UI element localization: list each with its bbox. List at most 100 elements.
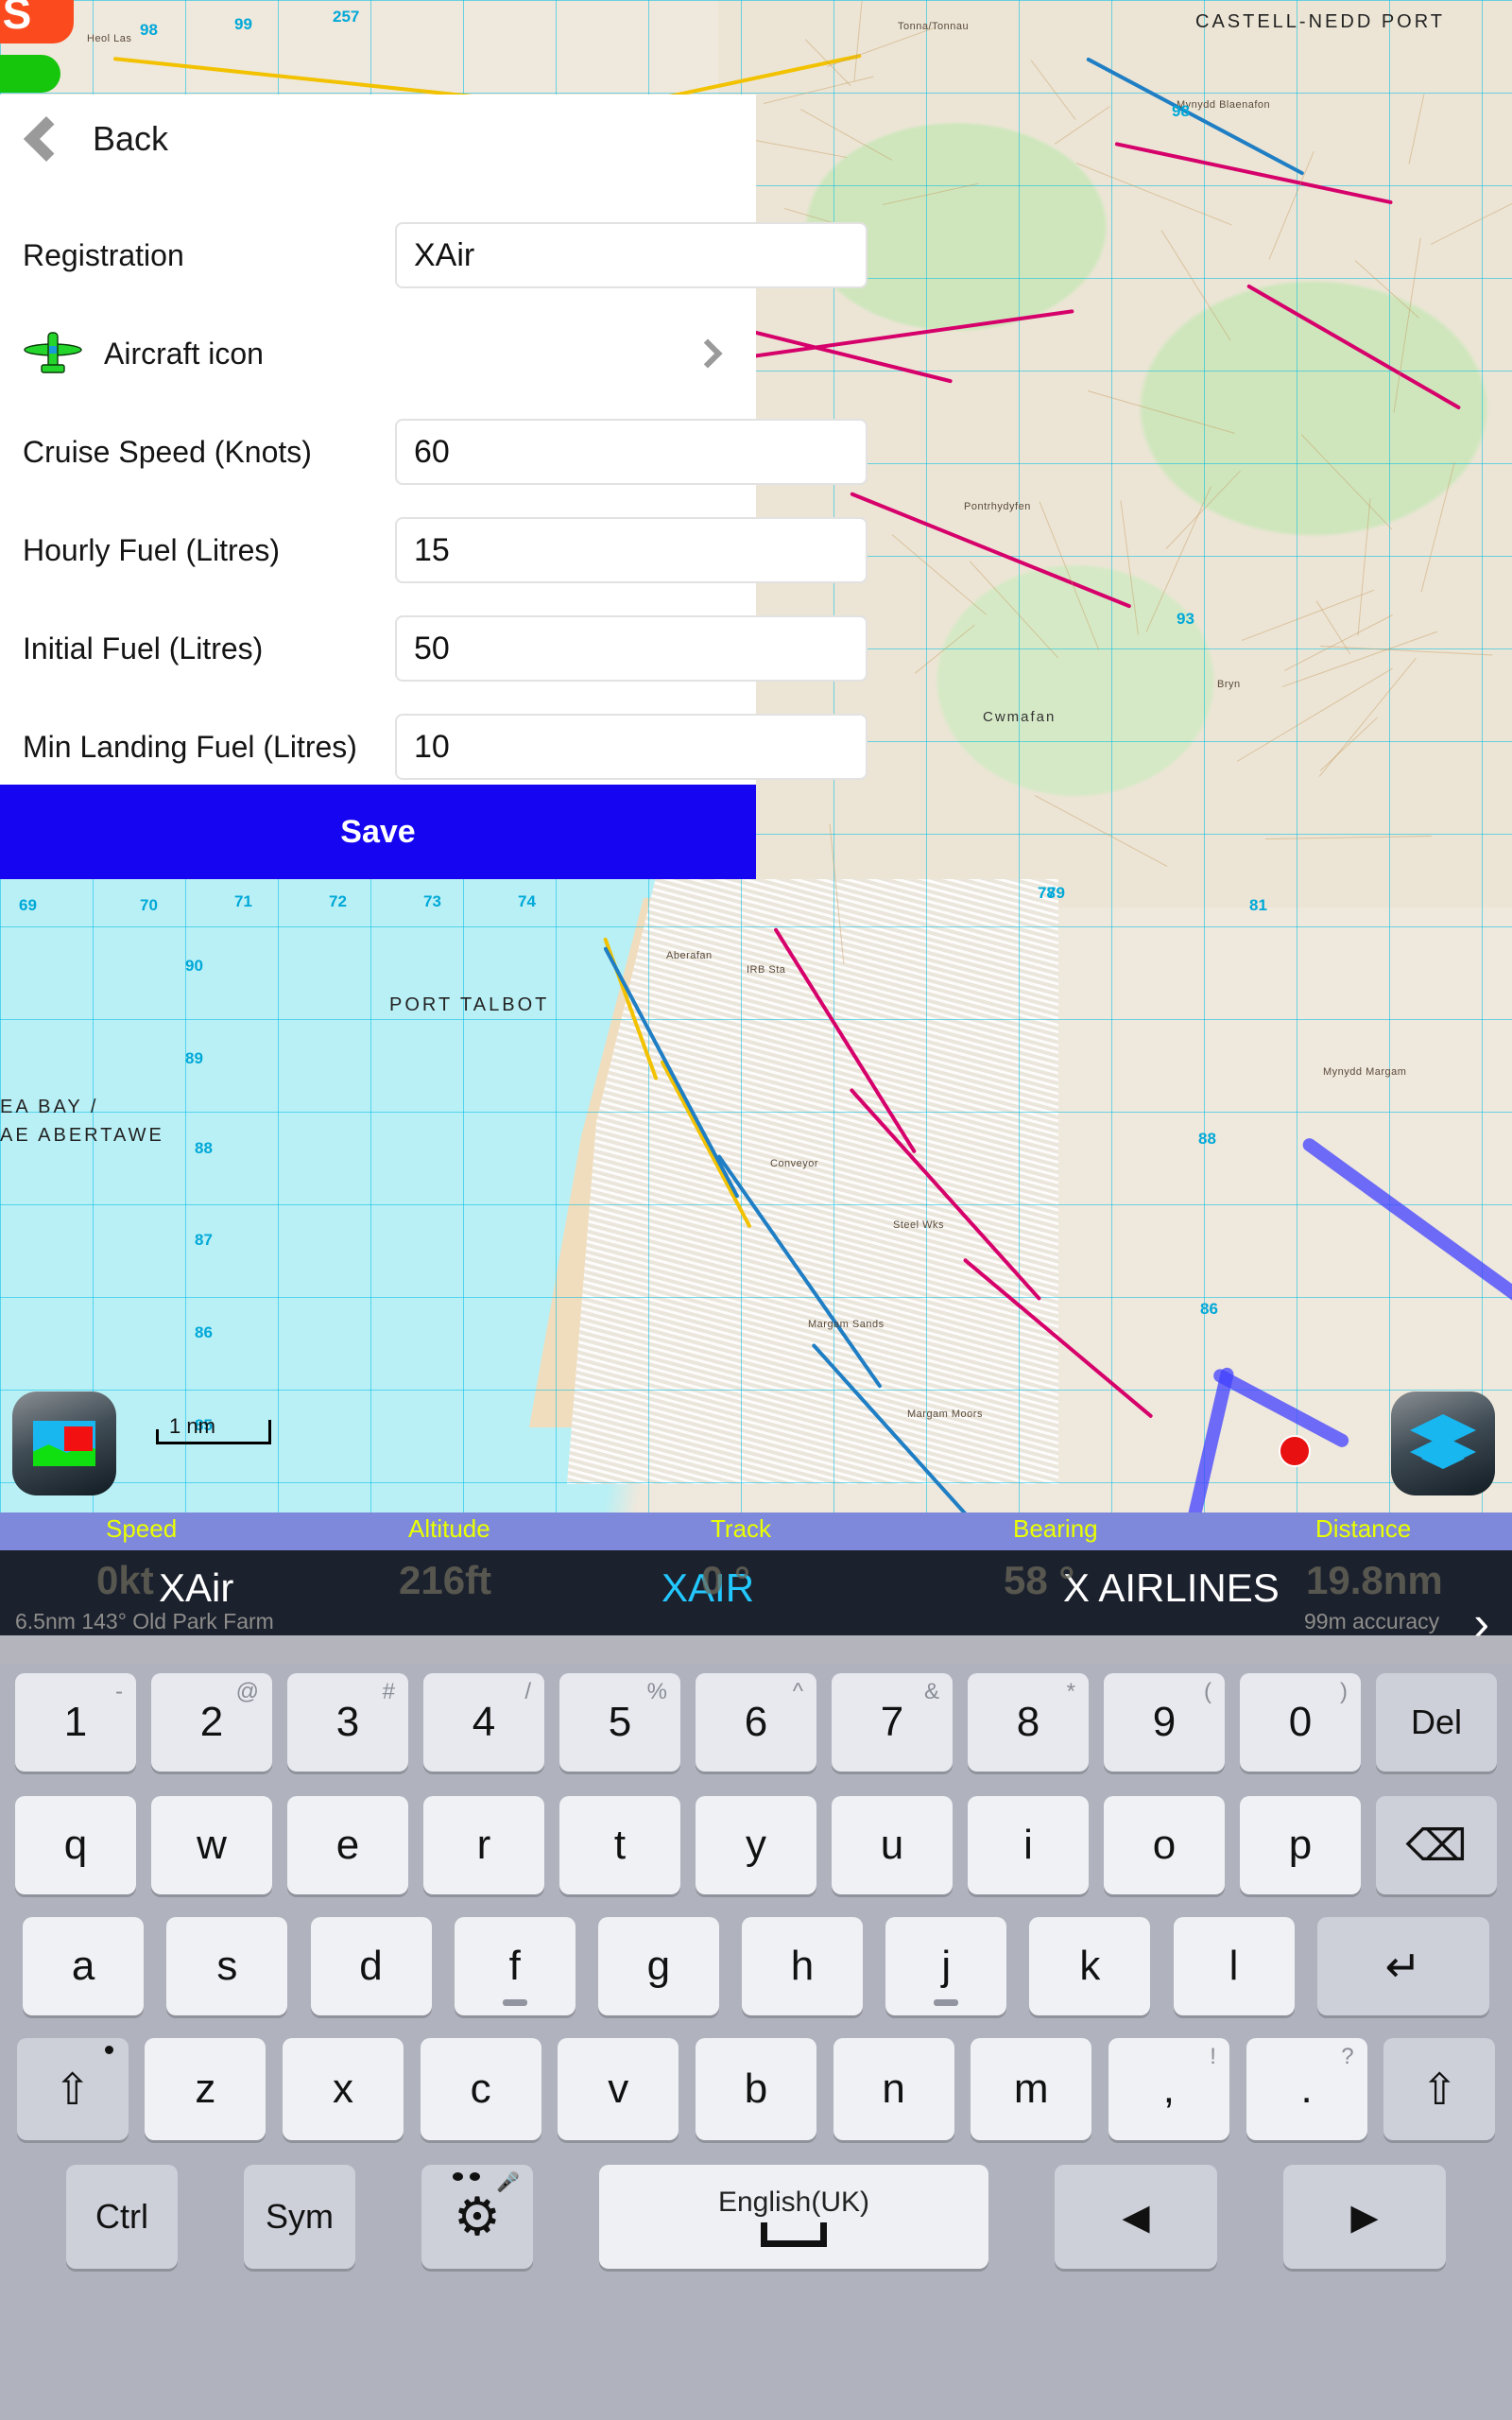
key-6[interactable]: 6 ^ — [696, 1673, 816, 1772]
key-t[interactable]: t — [559, 1796, 680, 1894]
flight-status-bar: Speed Altitude Track Bearing Distance XAir X… — [0, 1512, 1512, 1635]
min-landing-fuel-input[interactable] — [395, 714, 868, 780]
key-f[interactable]: f — [455, 1917, 576, 2015]
map-place-label: Mynydd Margam — [1323, 1066, 1406, 1078]
key-q[interactable]: q — [15, 1796, 136, 1894]
key-5[interactable]: 5% — [559, 1673, 680, 1772]
key-b[interactable]: b — [696, 2038, 816, 2140]
grid-line-horizontal — [0, 1390, 1512, 1391]
key-y[interactable]: y — [696, 1796, 816, 1894]
key-[interactable]: ↵ — [1317, 1917, 1489, 2015]
key-9[interactable]: 9( — [1104, 1673, 1225, 1772]
key-label: a — [72, 1943, 94, 1990]
homing-bar-icon — [503, 1999, 527, 2006]
status-value-distance: 19.8nm — [1306, 1558, 1443, 1603]
key-i[interactable]: i — [968, 1796, 1089, 1894]
grid-line-vertical — [1019, 0, 1020, 1512]
map-grid-number: 72 — [329, 892, 347, 911]
on-screen-keyboard[interactable]: 1-2 @3 #4/5% 6 ^ 7 & 8 * 9(0) Del q w e r t y u i o p ⌫ a s d f g h… — [0, 1664, 1512, 2420]
key-m[interactable]: m — [971, 2038, 1091, 2140]
key-e[interactable]: e — [287, 1796, 408, 1894]
keyboard-shift-row: ⇧ z x c v b n m,!.? ⇧ — [0, 2038, 1512, 2140]
key-Del[interactable]: Del — [1376, 1673, 1497, 1772]
keyboard-settings-key[interactable]: 🎤 ⚙ — [421, 2165, 533, 2269]
initial-fuel-input[interactable] — [395, 615, 868, 682]
key-x[interactable]: x — [283, 2038, 404, 2140]
key-2[interactable]: 2 @ — [151, 1673, 272, 1772]
key-[interactable]: ⌫ — [1376, 1796, 1497, 1894]
key-[interactable]: ▶ — [1283, 2165, 1446, 2269]
status-value-altitude: 216ft — [399, 1558, 491, 1603]
key-n[interactable]: n — [833, 2038, 954, 2140]
key-label: g — [647, 1943, 670, 1990]
status-value-track: 0 ° — [701, 1558, 750, 1603]
key-Ctrl[interactable]: Ctrl — [66, 2165, 178, 2269]
key-o[interactable]: o — [1104, 1796, 1225, 1894]
aircraft-settings-panel: Back Registration Aircraft icon Cruise S… — [0, 95, 756, 879]
key-label: u — [881, 1822, 903, 1869]
key-label: 8 — [1017, 1699, 1040, 1746]
label-registration: Registration — [23, 238, 184, 273]
key-0[interactable]: 0) — [1240, 1673, 1361, 1772]
key-label: ↵ — [1384, 1941, 1421, 1992]
key-[interactable]: ⇧ — [17, 2038, 129, 2140]
save-button[interactable]: Save — [0, 785, 756, 879]
aircraft-icon-row[interactable]: Aircraft icon — [0, 304, 756, 403]
status-value-row: XAir XAIR X AIRLINES › 0kt 216ft 0 ° 58 ° 19… — [0, 1550, 1512, 1635]
key-8[interactable]: 8 * — [968, 1673, 1089, 1772]
key-[interactable]: ◀ — [1055, 2165, 1217, 2269]
key-[interactable]: .? — [1246, 2038, 1367, 2140]
key-1[interactable]: 1- — [15, 1673, 136, 1772]
key-4[interactable]: 4/ — [423, 1673, 544, 1772]
app-badge-green[interactable] — [0, 55, 60, 93]
map-layers-button[interactable] — [1391, 1392, 1495, 1495]
key-label: ◀ — [1122, 2196, 1149, 2238]
key-7[interactable]: 7 & — [832, 1673, 953, 1772]
map-scale-bar: 1 nm — [156, 1416, 271, 1444]
map-place-label: Heol Las — [87, 33, 131, 44]
map-place-label: Margam Sands — [808, 1319, 885, 1330]
terrain-icon — [33, 1421, 95, 1466]
grid-line-vertical — [1111, 0, 1112, 1512]
hourly-fuel-input[interactable] — [395, 517, 868, 583]
map-grid-number: 93 — [1177, 610, 1194, 629]
key-u[interactable]: u — [832, 1796, 953, 1894]
terrain-view-button[interactable] — [12, 1392, 116, 1495]
key-label: ⇧ — [1421, 2064, 1458, 2115]
key-label: p — [1289, 1822, 1312, 1869]
grid-line-horizontal — [0, 1112, 1512, 1113]
registration-input[interactable] — [395, 222, 868, 288]
scale-tick-left — [156, 1429, 159, 1444]
key-l[interactable]: l — [1174, 1917, 1295, 2015]
key-secondary-label: ! — [1210, 2044, 1216, 2070]
key-[interactable]: ,! — [1108, 2038, 1229, 2140]
key-j[interactable]: j — [885, 1917, 1006, 2015]
keyboard-language-label: English(UK) — [718, 2187, 869, 2219]
key-p[interactable]: p — [1240, 1796, 1361, 1894]
key-h[interactable]: h — [742, 1917, 863, 2015]
key-3[interactable]: 3 # — [287, 1673, 408, 1772]
key-label: t — [614, 1822, 626, 1869]
key-d[interactable]: d — [311, 1917, 432, 2015]
key-secondary-label: & — [924, 1679, 939, 1705]
key-w[interactable]: w — [151, 1796, 272, 1894]
grid-line-horizontal — [0, 93, 1512, 94]
key-[interactable]: ⇧ — [1383, 2038, 1495, 2140]
key-label: r — [477, 1822, 491, 1869]
grid-line-vertical — [926, 0, 927, 1512]
key-k[interactable]: k — [1029, 1917, 1150, 2015]
key-r[interactable]: r — [423, 1796, 544, 1894]
space-key[interactable]: English(UK) — [599, 2165, 988, 2269]
key-g[interactable]: g — [598, 1917, 719, 2015]
app-badge-orange[interactable]: S — [0, 0, 74, 43]
key-label: ⌫ — [1405, 1820, 1467, 1871]
back-button[interactable]: Back — [21, 119, 168, 159]
key-c[interactable]: c — [421, 2038, 541, 2140]
key-Sym[interactable]: Sym — [244, 2165, 355, 2269]
key-s[interactable]: s — [166, 1917, 287, 2015]
cruise-speed-input[interactable] — [395, 419, 868, 485]
key-v[interactable]: v — [558, 2038, 679, 2140]
key-a[interactable]: a — [23, 1917, 144, 2015]
status-next-chevron[interactable]: › — [1473, 1599, 1489, 1647]
key-z[interactable]: z — [145, 2038, 266, 2140]
